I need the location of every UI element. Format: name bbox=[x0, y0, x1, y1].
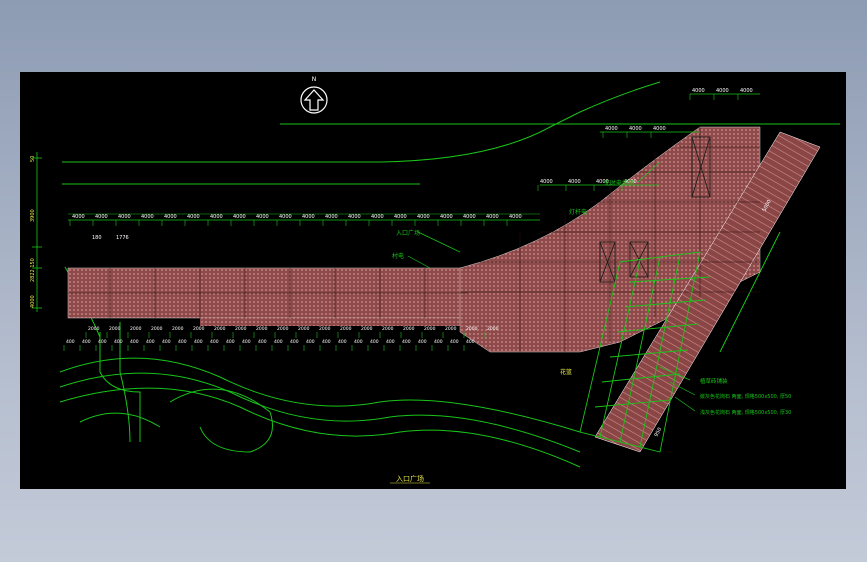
north-label: N bbox=[312, 76, 317, 83]
label-brick-path: 植草砖铺装 bbox=[700, 377, 728, 385]
low-dim-8: 400 bbox=[194, 339, 203, 345]
low-dim-14: 400 bbox=[290, 339, 299, 345]
bottom-dim-4: 2000 bbox=[172, 326, 184, 332]
top-dim-1: 4000 bbox=[95, 214, 108, 220]
bottom-dim-14: 2000 bbox=[382, 326, 394, 332]
bottom-dim-12: 2000 bbox=[340, 326, 352, 332]
bottom-dim-9: 2000 bbox=[277, 326, 289, 332]
top-right-dim-1: 4000 bbox=[716, 88, 729, 94]
drawing-title: 入口广场 bbox=[396, 474, 424, 483]
top-dim-8: 4000 bbox=[256, 214, 269, 220]
low-dim-24: 400 bbox=[450, 339, 459, 345]
low-dim-19: 400 bbox=[370, 339, 379, 345]
cad-drawing-canvas: N 4000 4000 4000 4000 4000 4000 4000 400… bbox=[20, 72, 846, 489]
label-note-1: 嵌灰色花岗石 两面, 规格500x500, 厚50 bbox=[700, 393, 791, 400]
label-village-power: 村电 bbox=[392, 252, 404, 260]
low-dim-23: 400 bbox=[434, 339, 443, 345]
low-dim-3: 400 bbox=[114, 339, 123, 345]
dim-v-2822: 2822 150 bbox=[30, 258, 36, 282]
low-dim-25: 400 bbox=[466, 339, 475, 345]
dimension-vertical-left: 50 3900 2822 150 4000 bbox=[30, 152, 42, 312]
low-dim-9: 400 bbox=[210, 339, 219, 345]
low-dimension-labels: 400 400 400 400 400 400 400 400 400 400 400 400 400 4… bbox=[63, 339, 475, 351]
dim-v-3900: 3900 bbox=[30, 209, 36, 222]
top-dim-13: 4000 bbox=[371, 214, 384, 220]
dim-v-4000: 4000 bbox=[30, 295, 36, 308]
site-plan-drawing: N 4000 4000 4000 4000 4000 4000 4000 400… bbox=[30, 76, 840, 484]
low-dim-12: 400 bbox=[258, 339, 267, 345]
low-dim-16: 400 bbox=[322, 339, 331, 345]
label-box: 花篮 bbox=[560, 368, 572, 376]
low-dim-17: 400 bbox=[338, 339, 347, 345]
bottom-dim-6: 2000 bbox=[214, 326, 226, 332]
bottom-dim-19: 2000 bbox=[487, 326, 499, 332]
top-dim-2: 4000 bbox=[118, 214, 131, 220]
upper-dim-1: 4000 bbox=[568, 179, 581, 185]
label-cable-well: 无时电缆箱 bbox=[604, 179, 634, 187]
top-dim-16: 4000 bbox=[440, 214, 453, 220]
bottom-dim-10: 2000 bbox=[298, 326, 310, 332]
bottom-dim-16: 2000 bbox=[424, 326, 436, 332]
top-right-dim-2: 4000 bbox=[740, 88, 753, 94]
top-dim-7: 4000 bbox=[233, 214, 246, 220]
mid-dim-2: 4000 bbox=[653, 126, 666, 132]
bottom-dim-15: 2000 bbox=[403, 326, 415, 332]
low-dim-0: 400 bbox=[66, 339, 75, 345]
bottom-dim-0: 2000 bbox=[88, 326, 100, 332]
top-dim-12: 4000 bbox=[348, 214, 361, 220]
top-dim-17: 4000 bbox=[463, 214, 476, 220]
upper-dim-0: 4000 bbox=[540, 179, 553, 185]
low-dim-10: 400 bbox=[226, 339, 235, 345]
dim-950: 950 bbox=[653, 427, 663, 438]
low-dim-13: 400 bbox=[274, 339, 283, 345]
top-dim-14: 4000 bbox=[394, 214, 407, 220]
low-dim-6: 400 bbox=[162, 339, 171, 345]
bottom-dimension-labels: 2000 2000 2000 2000 2000 2000 2000 2000 2000 2000… bbox=[85, 326, 499, 338]
north-arrow-icon: N bbox=[300, 76, 328, 114]
bottom-dim-13: 2000 bbox=[361, 326, 373, 332]
bottom-dim-8: 2000 bbox=[256, 326, 268, 332]
top-right-dim-0: 4000 bbox=[692, 88, 705, 94]
bottom-dim-11: 2000 bbox=[319, 326, 331, 332]
low-dim-15: 400 bbox=[306, 339, 315, 345]
label-entrance-plaza: 入口广场 bbox=[396, 229, 420, 237]
mid-dim-0: 4000 bbox=[605, 126, 618, 132]
top-dim-19: 4000 bbox=[509, 214, 522, 220]
dim-v-50: 50 bbox=[30, 156, 36, 162]
low-dim-22: 400 bbox=[418, 339, 427, 345]
bottom-dim-5: 2000 bbox=[193, 326, 205, 332]
top-dim-4: 4000 bbox=[164, 214, 177, 220]
top-dim-10: 4000 bbox=[302, 214, 315, 220]
low-dim-4: 400 bbox=[130, 339, 139, 345]
bottom-dim-3: 2000 bbox=[151, 326, 163, 332]
top-dim-5: 4000 bbox=[187, 214, 200, 220]
bottom-dim-17: 2000 bbox=[445, 326, 457, 332]
bottom-dim-18: 2000 bbox=[466, 326, 478, 332]
bottom-dim-7: 2000 bbox=[235, 326, 247, 332]
top-dim-0: 4000 bbox=[72, 214, 85, 220]
top-dim-15: 4000 bbox=[417, 214, 430, 220]
top-dim-18: 4000 bbox=[486, 214, 499, 220]
paving-band-lower bbox=[200, 318, 490, 326]
top-dim-9: 4000 bbox=[279, 214, 292, 220]
mid-dim-1: 4000 bbox=[629, 126, 642, 132]
low-dim-11: 400 bbox=[242, 339, 251, 345]
dim-1776: 1776 bbox=[116, 235, 129, 241]
low-dim-1: 400 bbox=[82, 339, 91, 345]
label-note-2: 浅灰色花岗石 两面, 规格500x500, 厚30 bbox=[700, 409, 791, 416]
top-dim-6: 4000 bbox=[210, 214, 223, 220]
bottom-dim-1: 2000 bbox=[109, 326, 121, 332]
bottom-dim-2: 2000 bbox=[130, 326, 142, 332]
low-dim-5: 400 bbox=[146, 339, 155, 345]
low-dim-18: 400 bbox=[354, 339, 363, 345]
dim-180: 180 bbox=[92, 235, 102, 241]
low-dim-20: 400 bbox=[386, 339, 395, 345]
top-dim-11: 4000 bbox=[325, 214, 338, 220]
low-dim-2: 400 bbox=[98, 339, 107, 345]
top-dim-3: 4000 bbox=[141, 214, 154, 220]
low-dim-7: 400 bbox=[178, 339, 187, 345]
label-lamp-pole: 灯杆电 bbox=[569, 208, 587, 216]
low-dim-21: 400 bbox=[402, 339, 411, 345]
